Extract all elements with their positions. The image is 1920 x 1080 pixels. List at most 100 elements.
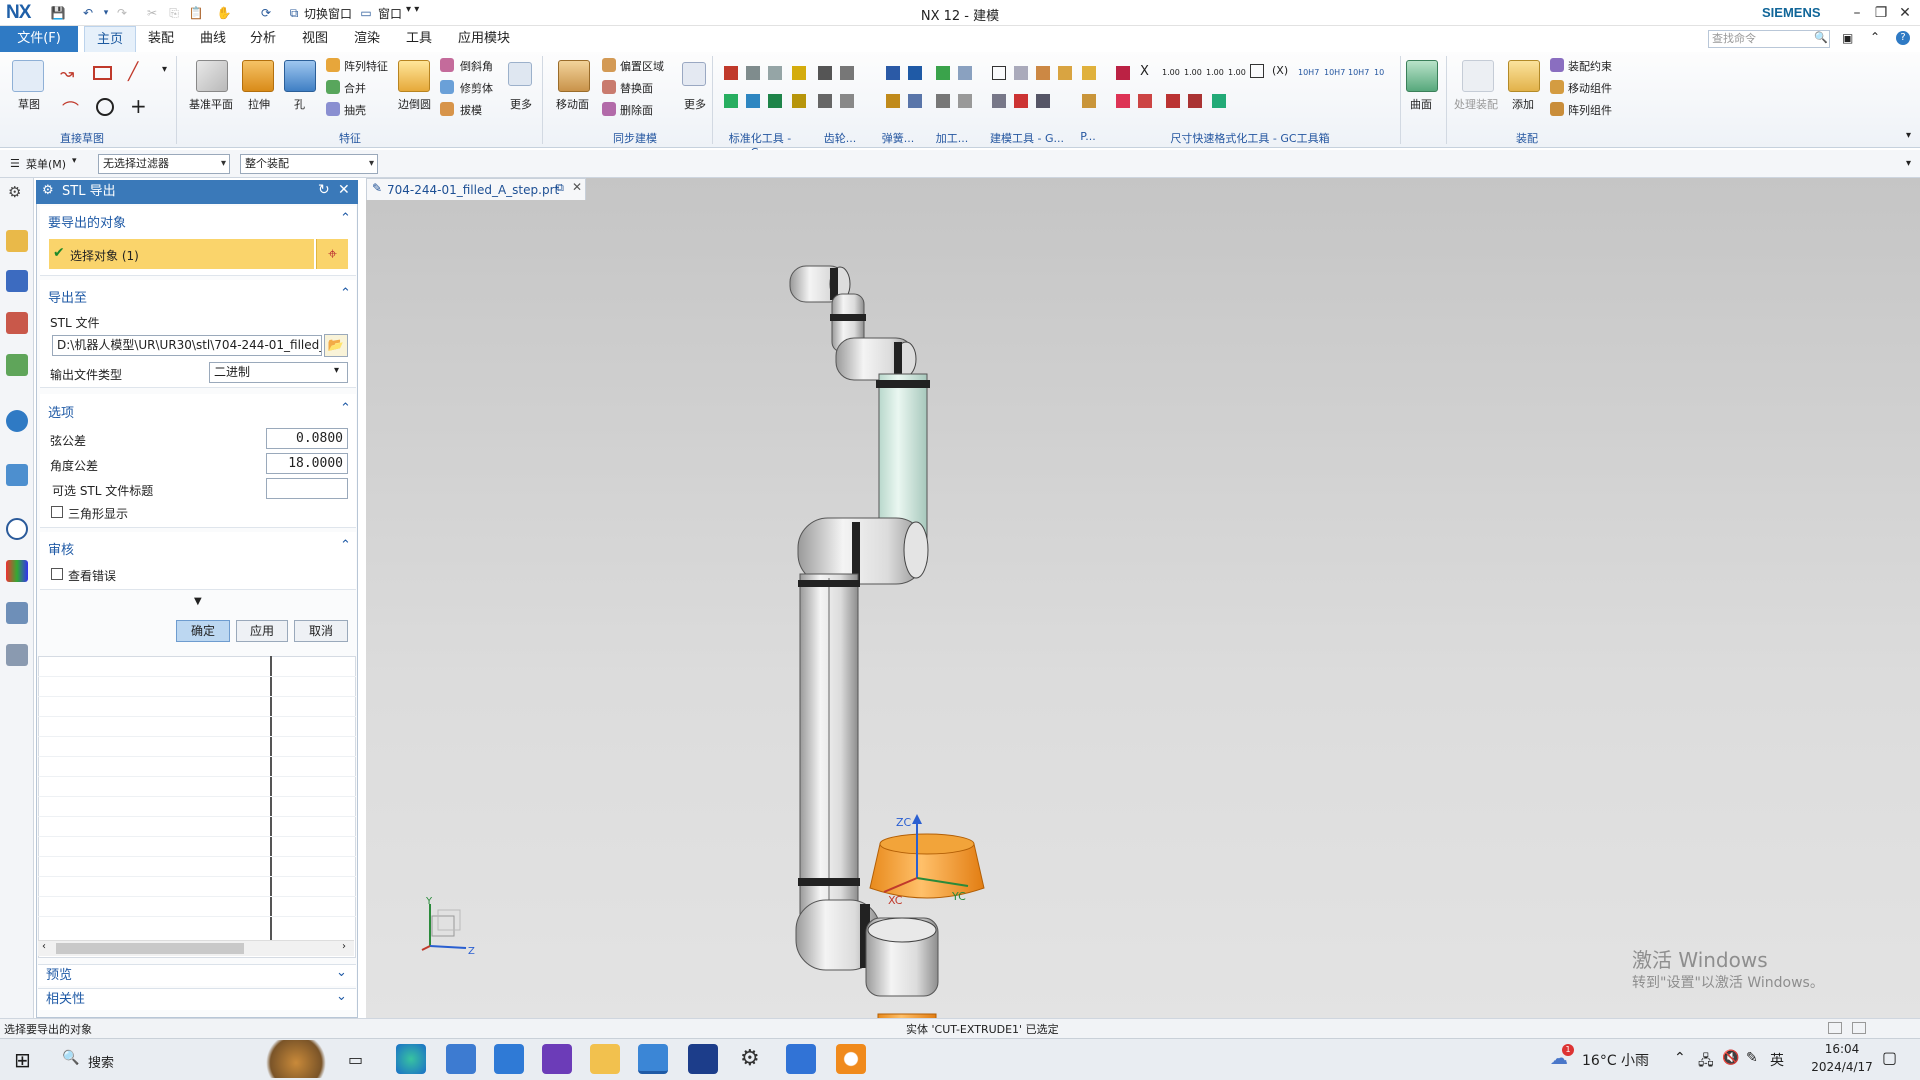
dim-tolerance-label[interactable]: 10H7 (1324, 68, 1345, 77)
dim-box-icon[interactable] (1250, 64, 1264, 78)
sketch-button[interactable]: 草图 (18, 96, 40, 112)
dim-paren-icon[interactable]: (X) (1272, 64, 1288, 77)
settings-gear-icon[interactable]: ⚙ (8, 183, 21, 201)
section-export-to-title[interactable]: 导出至 (48, 287, 87, 306)
relevance-panel-header[interactable]: 相关性 (38, 988, 356, 1010)
more-feature-button[interactable]: 更多 (510, 96, 532, 112)
scrollbar-thumb[interactable] (56, 943, 244, 954)
point-icon[interactable]: + (130, 94, 147, 118)
undo-icon[interactable]: ↶ (80, 5, 96, 21)
powershell-icon[interactable] (688, 1044, 718, 1074)
replace-face-icon[interactable] (602, 80, 616, 94)
group-p[interactable]: P... (1076, 130, 1100, 143)
datum-plane-icon[interactable] (196, 60, 228, 92)
tab-home[interactable]: 主页 (84, 26, 136, 52)
chord-tolerance-input[interactable]: 0.0800 (266, 428, 348, 449)
dim-format-label[interactable]: 1.00 (1228, 68, 1246, 77)
surface-icon[interactable] (1406, 60, 1438, 92)
scroll-right-icon[interactable]: › (342, 941, 346, 952)
repeat-command-icon[interactable]: ⟳ (258, 5, 274, 21)
circle-icon[interactable] (96, 98, 114, 116)
add-component-icon[interactable] (1508, 60, 1540, 92)
dim-tolerance-label[interactable]: 10H7 (1298, 68, 1319, 77)
section-options-title[interactable]: 选项 (48, 402, 74, 421)
type-filter-select[interactable]: 无选择过滤器 (98, 154, 230, 174)
machining-icon[interactable] (958, 94, 972, 108)
group-modeling-tools[interactable]: 建模工具 - G... (986, 130, 1068, 146)
sketch-icon[interactable] (12, 60, 44, 92)
minimize-button[interactable]: – (1846, 2, 1868, 24)
group-gear[interactable]: 齿轮... (820, 130, 860, 146)
collapse-objects-icon[interactable]: ⌃ (340, 211, 351, 226)
robot-base-selected[interactable] (862, 808, 992, 918)
crosshair-select-icon[interactable]: ⌖ (316, 239, 348, 269)
network-icon[interactable]: 🖧 (1698, 1050, 1714, 1074)
mail-icon[interactable] (494, 1044, 524, 1074)
save-icon[interactable]: 💾 (50, 5, 66, 21)
section-objects-title[interactable]: 要导出的对象 (48, 212, 126, 231)
robot-arm-model[interactable] (366, 178, 1920, 1018)
gear-tool-icon[interactable] (792, 94, 806, 108)
taskbar-search-box[interactable]: 搜索 (88, 1052, 114, 1071)
status-tool-icon[interactable] (1828, 1022, 1842, 1034)
command-search-input[interactable]: 查找命令 (1708, 30, 1830, 48)
ribbon-options-icon[interactable]: ▣ (1842, 31, 1853, 45)
tab-render[interactable]: 渲染 (344, 26, 390, 52)
draft-icon[interactable] (440, 102, 454, 116)
collapse-check-icon[interactable]: ⌃ (340, 538, 351, 553)
selection-scope-select[interactable]: 整个装配 (240, 154, 378, 174)
shell-button[interactable]: 抽壳 (344, 102, 366, 118)
touch-mode-icon[interactable]: ✋ (216, 5, 232, 21)
std-tool-icon[interactable] (746, 66, 760, 80)
tray-overflow-icon[interactable]: ⌃ (1674, 1050, 1686, 1066)
dim-tool-icon[interactable] (1188, 94, 1202, 108)
std-tool-icon[interactable] (768, 66, 782, 80)
window-menu-dropdown-icon[interactable]: ▾ ▾ (406, 4, 419, 15)
history-clock-icon[interactable] (6, 518, 28, 540)
tab-curve[interactable]: 曲线 (190, 26, 236, 52)
dim-format-label[interactable]: 1.00 (1162, 68, 1180, 77)
volume-icon[interactable]: 🔇 (1722, 1050, 1739, 1066)
datum-plane-button[interactable]: 基准平面 (189, 96, 233, 112)
spring-tool-icon[interactable] (818, 66, 832, 80)
trim-body-icon[interactable] (440, 80, 454, 94)
more-sync-button[interactable]: 更多 (684, 96, 706, 112)
stl-file-path-input[interactable]: D:\机器人模型\UR\UR30\stl\704-244-01_filled_ (52, 335, 322, 356)
gear-tool-icon[interactable] (792, 66, 806, 80)
window-menu-button[interactable]: 窗口 (378, 5, 402, 22)
app-icon[interactable] (786, 1044, 816, 1074)
pattern-component-button[interactable]: 阵列组件 (1568, 102, 1612, 118)
delete-face-icon[interactable] (602, 102, 616, 116)
help-icon[interactable]: ? (1896, 31, 1910, 45)
browse-folder-icon[interactable]: 📂 (324, 334, 348, 357)
machining-icon[interactable] (936, 94, 950, 108)
clock-time[interactable]: 16:04 (1812, 1042, 1872, 1056)
edge-blend-button[interactable]: 边倒圆 (398, 96, 431, 112)
visual-studio-icon[interactable] (542, 1044, 572, 1074)
settings-icon[interactable]: ⚙ (740, 1046, 760, 1071)
pattern-component-icon[interactable] (1550, 102, 1564, 116)
assembly-constraint-button[interactable]: 装配约束 (1568, 58, 1612, 74)
extrude-icon[interactable] (242, 60, 274, 92)
modeling-tool-icon[interactable] (1014, 94, 1028, 108)
unite-icon[interactable] (326, 80, 340, 94)
window-icon[interactable]: ▭ (358, 5, 374, 21)
dim-tool-icon[interactable] (1166, 94, 1180, 108)
menu-button[interactable]: 菜单(M) (26, 156, 66, 172)
arc-icon[interactable]: ⌒ (62, 96, 79, 121)
preview-panel-header[interactable]: 预览 (38, 964, 356, 986)
search-icon[interactable]: 🔍 (1814, 31, 1828, 44)
modeling-tool-icon[interactable] (1058, 66, 1072, 80)
taskbar-search-icon[interactable]: 🔍 (62, 1050, 79, 1066)
pen-icon[interactable]: ✎ (1746, 1050, 1758, 1066)
move-face-button[interactable]: 移动面 (556, 96, 589, 112)
part-navigator-icon[interactable] (6, 312, 28, 334)
chamfer-icon[interactable] (440, 58, 454, 72)
shell-icon[interactable] (326, 102, 340, 116)
manufacturing-wizard-icon[interactable] (6, 602, 28, 624)
collapse-options-icon[interactable]: ⌃ (340, 401, 351, 416)
group-dimension-format[interactable]: 尺寸快速格式化工具 - GC工具箱 (1164, 130, 1336, 146)
windows-start-icon[interactable]: ⊞ (14, 1048, 31, 1072)
std-tool-icon[interactable] (724, 66, 738, 80)
ok-button[interactable]: 确定 (176, 620, 230, 642)
